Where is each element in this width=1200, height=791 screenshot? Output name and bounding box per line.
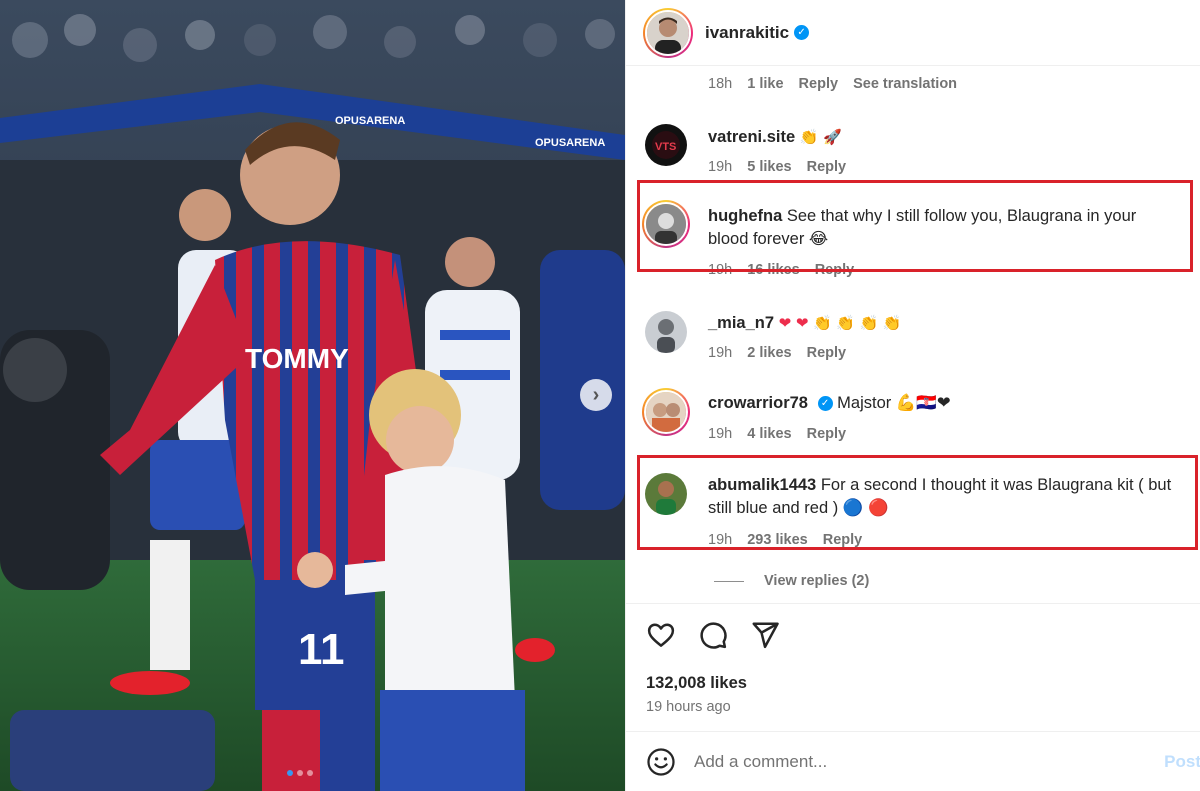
post-side-panel: ivanrakitic ✓ 18h 1 like Reply See trans…: [625, 0, 1200, 791]
post-timestamp[interactable]: 19 hours ago: [646, 699, 731, 715]
comment-meta: 19h 2 likes Reply: [708, 345, 857, 361]
view-replies-line: [714, 580, 744, 582]
post-photo[interactable]: OPUSARENA OPUSARENA TOMMY 11 ›: [0, 0, 625, 791]
action-icons: [646, 620, 780, 650]
shorts-number-text: 11: [298, 625, 345, 674]
highlight-box: [637, 180, 1193, 272]
commenter-avatar[interactable]: [645, 311, 687, 353]
comment-time: 18h: [708, 76, 733, 92]
clap-emoji-icon: 👏: [812, 314, 832, 332]
comment-meta: 19h 4 likes Reply: [708, 426, 857, 442]
photo-illustration: OPUSARENA OPUSARENA TOMMY 11: [0, 0, 625, 791]
comment-content: Majstor 💪🇭🇷❤: [837, 394, 951, 412]
carousel-indicator: [287, 770, 313, 776]
comment-meta: 18h 1 like Reply See translation: [708, 76, 968, 92]
comment-bubble-icon[interactable]: [698, 620, 728, 650]
carousel-dot: [297, 770, 303, 776]
view-replies-label: View replies (2): [764, 573, 870, 589]
comment-likes[interactable]: 1 like: [747, 76, 783, 92]
shirt-sponsor-text: TOMMY: [245, 343, 349, 374]
share-send-icon[interactable]: [750, 620, 780, 650]
add-comment-bar: Post: [626, 731, 1200, 791]
clap-emoji-icon: 👏: [859, 314, 879, 332]
carousel-dot: [307, 770, 313, 776]
view-replies-button[interactable]: View replies (2): [714, 573, 869, 589]
svg-text:VTS: VTS: [655, 141, 676, 153]
comment-time: 19h: [708, 345, 733, 361]
commenter-avatar[interactable]: VTS: [645, 124, 687, 166]
comment-text: crowarrior78 ✓ Majstor 💪🇭🇷❤: [708, 392, 1193, 415]
see-translation-button[interactable]: See translation: [853, 76, 957, 92]
commenter-username[interactable]: vatreni.site: [708, 128, 795, 146]
carousel-dot-active: [287, 770, 293, 776]
verified-badge-icon: ✓: [794, 25, 810, 40]
emoji-picker-icon[interactable]: [646, 747, 676, 777]
comment-time: 19h: [708, 159, 733, 175]
arena-banner-text: OPUSARENA: [335, 115, 405, 127]
comment-likes[interactable]: 4 likes: [747, 426, 791, 442]
reply-button[interactable]: Reply: [799, 76, 839, 92]
comment-text: vatreni.site 👏 🚀: [708, 126, 1193, 149]
highlight-box: [637, 455, 1198, 550]
clap-emoji-icon: 👏: [836, 314, 855, 332]
comment-text: _mia_n7 ❤ ❤ 👏 👏 👏 👏: [708, 312, 1193, 335]
comment-likes[interactable]: 2 likes: [747, 345, 791, 361]
author-avatar[interactable]: [643, 7, 693, 58]
post-actions: 132,008 likes 19 hours ago: [626, 603, 1200, 731]
clap-emoji-icon: 👏: [882, 314, 902, 332]
arena-banner-text-2: OPUSARENA: [535, 137, 605, 149]
heart-emoji-icon: ❤: [778, 314, 792, 332]
clap-emoji-icon: 👏: [799, 128, 819, 146]
post-comment-button[interactable]: Post: [1164, 752, 1200, 772]
commenter-username[interactable]: _mia_n7: [708, 314, 774, 332]
post-header: ivanrakitic ✓: [626, 0, 1200, 66]
rocket-emoji-icon: 🚀: [823, 128, 842, 146]
reply-button[interactable]: Reply: [807, 345, 847, 361]
verified-badge-icon: ✓: [817, 396, 833, 412]
comment-likes[interactable]: 5 likes: [747, 159, 791, 175]
commenter-username[interactable]: crowarrior78: [708, 394, 808, 412]
comment-time: 19h: [708, 426, 733, 442]
like-heart-icon[interactable]: [646, 620, 676, 650]
add-comment-input[interactable]: [694, 751, 1164, 772]
reply-button[interactable]: Reply: [807, 159, 847, 175]
next-photo-button[interactable]: ›: [580, 379, 612, 411]
comment-meta: 19h 5 likes Reply: [708, 159, 857, 175]
commenter-avatar[interactable]: [642, 388, 690, 436]
post-likes-count[interactable]: 132,008 likes: [646, 674, 747, 693]
reply-button[interactable]: Reply: [807, 426, 847, 442]
author-username[interactable]: ivanrakitic: [705, 23, 789, 43]
heart-emoji-icon: ❤: [795, 314, 809, 332]
